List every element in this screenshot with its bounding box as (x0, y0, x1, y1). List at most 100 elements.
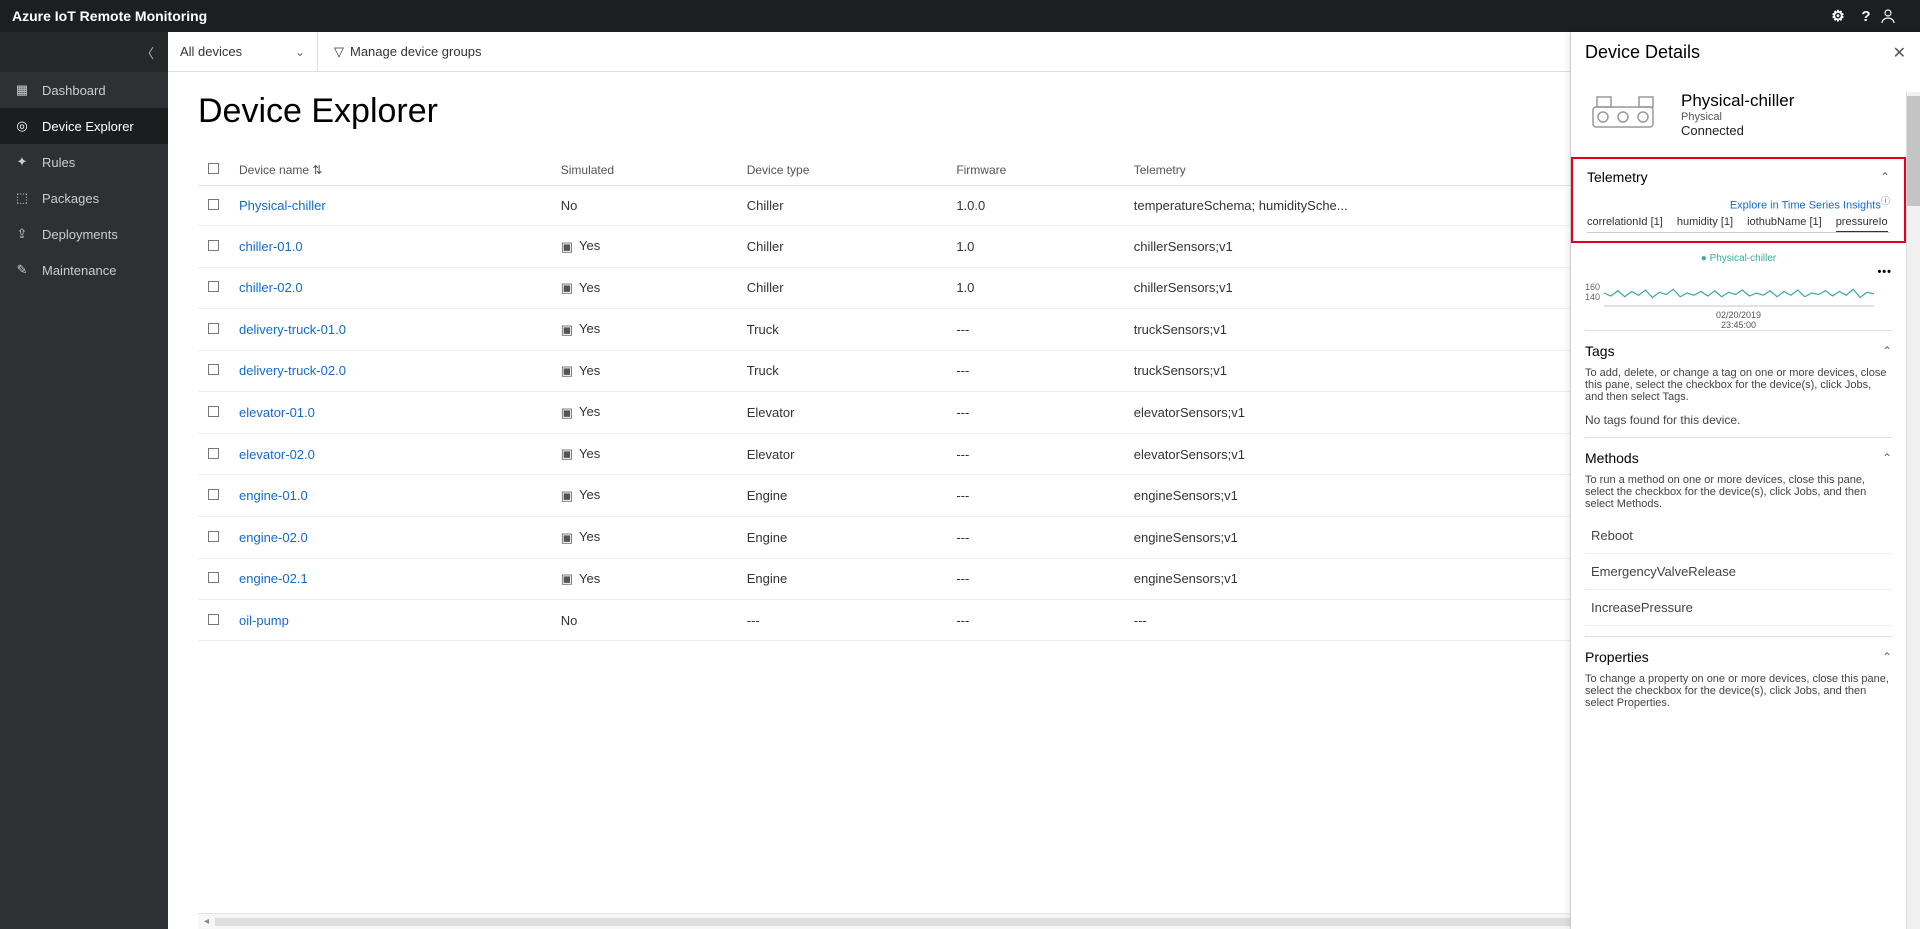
methods-heading[interactable]: Methods ⌃ (1585, 448, 1892, 468)
sidebar-item-dashboard[interactable]: ▦ Dashboard (0, 72, 168, 108)
chart-line (1604, 278, 1874, 308)
panel-scrollbar[interactable] (1906, 92, 1920, 929)
device-type-value: Chiller (737, 186, 947, 226)
gear-icon[interactable]: ⚙ (1824, 7, 1852, 25)
device-type-value: Truck (737, 309, 947, 351)
row-checkbox[interactable] (208, 323, 219, 334)
x-date: 02/20/2019 (1585, 310, 1892, 320)
device-name-link[interactable]: delivery-truck-02.0 (239, 363, 346, 378)
simulated-value: No (561, 613, 578, 628)
sidebar-item-label: Packages (42, 191, 99, 206)
device-name: Physical-chiller (1681, 91, 1794, 111)
device-type-icon (1585, 89, 1665, 139)
method-reboot[interactable]: Reboot (1585, 518, 1892, 554)
device-name-link[interactable]: delivery-truck-01.0 (239, 322, 346, 337)
simulated-value: Yes (579, 280, 600, 295)
manage-device-groups-link[interactable]: ▽ Manage device groups (318, 32, 498, 71)
firmware-value: --- (946, 558, 1123, 600)
y-tick: 140 (1585, 292, 1600, 302)
row-checkbox[interactable] (208, 281, 219, 292)
device-status: Connected (1681, 123, 1794, 138)
chevron-up-icon: ⌃ (1882, 451, 1892, 465)
firmware-value: 1.0.0 (946, 186, 1123, 226)
telemetry-tabs: correlationId [1] humidity [1] iothubNam… (1587, 216, 1890, 233)
sidebar-item-deployments[interactable]: ⇪ Deployments (0, 216, 168, 252)
device-name-link[interactable]: engine-02.0 (239, 530, 308, 545)
sidebar-item-label: Rules (42, 155, 75, 170)
row-checkbox[interactable] (208, 614, 219, 625)
device-details-panel: Device Details ✕ Physical-chiller Physic… (1570, 32, 1920, 929)
device-type-value: Elevator (737, 433, 947, 475)
sidebar-item-device-explorer[interactable]: ◎ Device Explorer (0, 108, 168, 144)
sidebar-item-rules[interactable]: ✦ Rules (0, 144, 168, 180)
row-checkbox[interactable] (208, 489, 219, 500)
device-type-value: Engine (737, 475, 947, 517)
deployments-icon: ⇪ (14, 226, 30, 242)
device-type-value: Engine (737, 558, 947, 600)
device-name-link[interactable]: chiller-02.0 (239, 280, 303, 295)
firmware-value: 1.0 (946, 267, 1123, 309)
row-checkbox[interactable] (208, 199, 219, 210)
device-name-link[interactable]: engine-01.0 (239, 488, 308, 503)
device-explorer-icon: ◎ (14, 118, 30, 134)
row-checkbox[interactable] (208, 531, 219, 542)
device-name-link[interactable]: chiller-01.0 (239, 239, 303, 254)
firmware-value: --- (946, 475, 1123, 517)
sidebar-collapse-button[interactable]: 〈 (0, 32, 168, 72)
chevron-left-icon: 〈 (141, 43, 154, 62)
col-device-type[interactable]: Device type (737, 155, 947, 186)
chevron-up-icon: ⌃ (1880, 170, 1890, 184)
sidebar: 〈 ▦ Dashboard ◎ Device Explorer ✦ Rules … (0, 32, 168, 929)
tab-humidity[interactable]: humidity [1] (1677, 216, 1733, 228)
telemetry-heading[interactable]: Telemetry ⌃ (1587, 167, 1890, 187)
close-icon[interactable]: ✕ (1893, 43, 1906, 63)
sidebar-item-label: Deployments (42, 227, 118, 242)
simulated-value: Yes (579, 404, 600, 419)
firmware-value: --- (946, 309, 1123, 351)
scroll-left-icon[interactable]: ◂ (204, 916, 209, 927)
method-increase-pressure[interactable]: IncreasePressure (1585, 590, 1892, 626)
tab-iothubname[interactable]: iothubName [1] (1747, 216, 1822, 228)
tsi-link[interactable]: Explore in Time Series Insightsⓘ (1587, 193, 1890, 212)
select-all-checkbox[interactable] (208, 163, 219, 174)
firmware-value: 1.0 (946, 226, 1123, 268)
row-checkbox[interactable] (208, 572, 219, 583)
tags-heading[interactable]: Tags ⌃ (1585, 341, 1892, 361)
col-firmware[interactable]: Firmware (946, 155, 1123, 186)
methods-help-text: To run a method on one or more devices, … (1585, 474, 1892, 510)
row-checkbox[interactable] (208, 406, 219, 417)
row-checkbox[interactable] (208, 448, 219, 459)
row-checkbox[interactable] (208, 240, 219, 251)
device-name-link[interactable]: Physical-chiller (239, 198, 326, 213)
help-icon[interactable]: ? (1852, 8, 1880, 25)
chip-icon: ▣ (561, 280, 573, 296)
chip-icon: ▣ (561, 405, 573, 421)
device-type-value: Chiller (737, 226, 947, 268)
properties-heading[interactable]: Properties ⌃ (1585, 647, 1892, 667)
telemetry-chart: ● Physical-chiller ••• 160 140 02/20/201… (1585, 253, 1892, 330)
device-filter-dropdown[interactable]: All devices ⌄ (168, 32, 318, 71)
dashboard-icon: ▦ (14, 82, 30, 98)
sidebar-item-packages[interactable]: ⬚ Packages (0, 180, 168, 216)
row-checkbox[interactable] (208, 364, 219, 375)
device-name-link[interactable]: elevator-02.0 (239, 447, 315, 462)
sidebar-item-maintenance[interactable]: ✎ Maintenance (0, 252, 168, 288)
device-name-link[interactable]: elevator-01.0 (239, 405, 315, 420)
user-icon[interactable] (1880, 8, 1908, 24)
device-type: Physical (1681, 111, 1794, 123)
simulated-value: No (561, 198, 578, 213)
chart-menu-icon[interactable]: ••• (1585, 266, 1892, 278)
simulated-value: Yes (579, 571, 600, 586)
simulated-value: Yes (579, 238, 600, 253)
device-name-link[interactable]: engine-02.1 (239, 571, 308, 586)
tab-pressure[interactable]: pressureIo (1836, 216, 1888, 233)
device-name-link[interactable]: oil-pump (239, 613, 289, 628)
firmware-value: --- (946, 516, 1123, 558)
chip-icon: ▣ (561, 488, 573, 504)
firmware-value: --- (946, 433, 1123, 475)
col-simulated[interactable]: Simulated (551, 155, 737, 186)
tab-correlationid[interactable]: correlationId [1] (1587, 216, 1663, 228)
method-emergency-valve-release[interactable]: EmergencyValveRelease (1585, 554, 1892, 590)
sidebar-item-label: Dashboard (42, 83, 106, 98)
col-device-name[interactable]: Device name ⇅ (229, 155, 551, 186)
